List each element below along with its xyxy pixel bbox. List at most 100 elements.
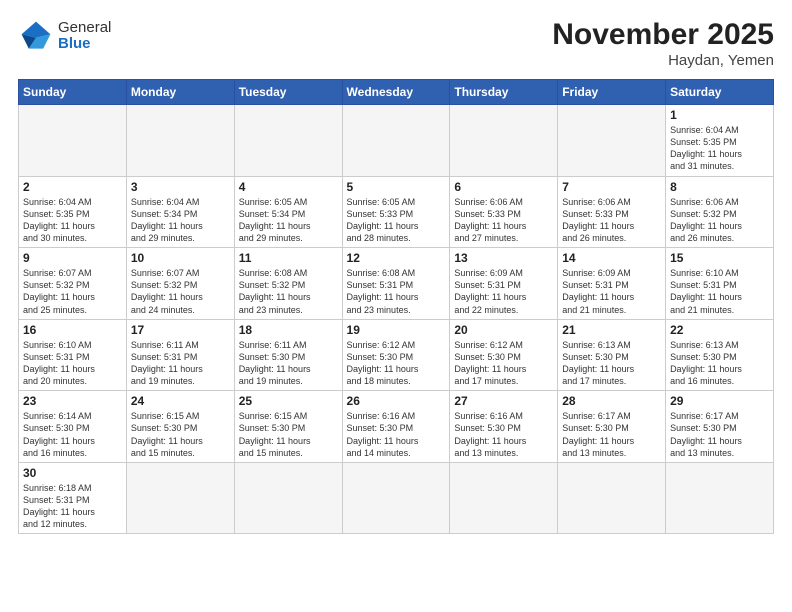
calendar-cell: 11 Sunrise: 6:08 AM Sunset: 5:32 PM Dayli… bbox=[234, 248, 342, 320]
calendar-cell bbox=[19, 105, 127, 177]
location-title: Haydan, Yemen bbox=[552, 52, 774, 69]
calendar-cell: 22 Sunrise: 6:13 AM Sunset: 5:30 PM Dayli… bbox=[666, 319, 774, 391]
day-number: 14 bbox=[562, 251, 661, 265]
calendar-cell: 18Sunrise: 6:11 AM Sunset: 5:30 PM Dayli… bbox=[234, 319, 342, 391]
calendar-cell bbox=[234, 105, 342, 177]
calendar-cell: 16 Sunrise: 6:10 AM Sunset: 5:31 PM Dayli… bbox=[19, 319, 127, 391]
calendar-cell: 28Sunrise: 6:17 AM Sunset: 5:30 PM Dayli… bbox=[558, 391, 666, 463]
calendar-cell: 1Sunrise: 6:04 AM Sunset: 5:35 PM Daylig… bbox=[666, 105, 774, 177]
day-info: Sunrise: 6:12 AM Sunset: 5:30 PM Dayligh… bbox=[454, 339, 553, 388]
calendar-cell: 4Sunrise: 6:05 AM Sunset: 5:34 PM Daylig… bbox=[234, 176, 342, 248]
day-number: 21 bbox=[562, 323, 661, 337]
calendar-cell: 5Sunrise: 6:05 AM Sunset: 5:33 PM Daylig… bbox=[342, 176, 450, 248]
header: General Blue November 2025 Haydan, Yemen bbox=[18, 18, 774, 69]
calendar-cell: 29 Sunrise: 6:17 AM Sunset: 5:30 PM Dayli… bbox=[666, 391, 774, 463]
calendar-cell: 12 Sunrise: 6:08 AM Sunset: 5:31 PM Dayli… bbox=[342, 248, 450, 320]
day-info: Sunrise: 6:07 AM Sunset: 5:32 PM Dayligh… bbox=[23, 267, 122, 316]
weekday-header-row: SundayMondayTuesdayWednesdayThursdayFrid… bbox=[19, 80, 774, 105]
day-info: Sunrise: 6:08 AM Sunset: 5:31 PM Dayligh… bbox=[347, 267, 446, 316]
calendar-cell: 27Sunrise: 6:16 AM Sunset: 5:30 PM Dayli… bbox=[450, 391, 558, 463]
day-number: 27 bbox=[454, 394, 553, 408]
day-info: Sunrise: 6:06 AM Sunset: 5:33 PM Dayligh… bbox=[562, 196, 661, 245]
day-number: 22 bbox=[670, 323, 769, 337]
day-info: Sunrise: 6:18 AM Sunset: 5:31 PM Dayligh… bbox=[23, 482, 122, 531]
calendar-cell: 2 Sunrise: 6:04 AM Sunset: 5:35 PM Daylig… bbox=[19, 176, 127, 248]
weekday-header-wednesday: Wednesday bbox=[342, 80, 450, 105]
weekday-header-thursday: Thursday bbox=[450, 80, 558, 105]
calendar-cell: 3Sunrise: 6:04 AM Sunset: 5:34 PM Daylig… bbox=[126, 176, 234, 248]
calendar-cell bbox=[342, 105, 450, 177]
day-info: Sunrise: 6:04 AM Sunset: 5:35 PM Dayligh… bbox=[670, 124, 769, 173]
day-info: Sunrise: 6:10 AM Sunset: 5:31 PM Dayligh… bbox=[23, 339, 122, 388]
week-row-3: 9 Sunrise: 6:07 AM Sunset: 5:32 PM Daylig… bbox=[19, 248, 774, 320]
day-info: Sunrise: 6:16 AM Sunset: 5:30 PM Dayligh… bbox=[347, 410, 446, 459]
calendar-cell: 15Sunrise: 6:10 AM Sunset: 5:31 PM Dayli… bbox=[666, 248, 774, 320]
day-info: Sunrise: 6:15 AM Sunset: 5:30 PM Dayligh… bbox=[239, 410, 338, 459]
calendar-cell bbox=[126, 462, 234, 534]
calendar-cell bbox=[666, 462, 774, 534]
day-number: 10 bbox=[131, 251, 230, 265]
day-number: 2 bbox=[23, 180, 122, 194]
logo-general: General bbox=[58, 20, 111, 37]
calendar-cell: 20 Sunrise: 6:12 AM Sunset: 5:30 PM Dayli… bbox=[450, 319, 558, 391]
day-number: 28 bbox=[562, 394, 661, 408]
weekday-header-friday: Friday bbox=[558, 80, 666, 105]
page: General Blue November 2025 Haydan, Yemen… bbox=[0, 0, 792, 612]
logo-blue: Blue bbox=[58, 36, 111, 53]
day-info: Sunrise: 6:05 AM Sunset: 5:33 PM Dayligh… bbox=[347, 196, 446, 245]
day-number: 16 bbox=[23, 323, 122, 337]
calendar-cell: 21 Sunrise: 6:13 AM Sunset: 5:30 PM Dayli… bbox=[558, 319, 666, 391]
weekday-header-monday: Monday bbox=[126, 80, 234, 105]
calendar-cell: 26Sunrise: 6:16 AM Sunset: 5:30 PM Dayli… bbox=[342, 391, 450, 463]
day-info: Sunrise: 6:08 AM Sunset: 5:32 PM Dayligh… bbox=[239, 267, 338, 316]
calendar-cell: 24 Sunrise: 6:15 AM Sunset: 5:30 PM Dayli… bbox=[126, 391, 234, 463]
day-info: Sunrise: 6:15 AM Sunset: 5:30 PM Dayligh… bbox=[131, 410, 230, 459]
day-info: Sunrise: 6:14 AM Sunset: 5:30 PM Dayligh… bbox=[23, 410, 122, 459]
calendar-cell: 9 Sunrise: 6:07 AM Sunset: 5:32 PM Daylig… bbox=[19, 248, 127, 320]
calendar-table: SundayMondayTuesdayWednesdayThursdayFrid… bbox=[18, 79, 774, 534]
day-info: Sunrise: 6:09 AM Sunset: 5:31 PM Dayligh… bbox=[562, 267, 661, 316]
week-row-1: 1Sunrise: 6:04 AM Sunset: 5:35 PM Daylig… bbox=[19, 105, 774, 177]
logo: General Blue bbox=[18, 18, 111, 54]
title-block: November 2025 Haydan, Yemen bbox=[552, 18, 774, 69]
calendar-cell: 23 Sunrise: 6:14 AM Sunset: 5:30 PM Dayli… bbox=[19, 391, 127, 463]
day-number: 20 bbox=[454, 323, 553, 337]
day-number: 11 bbox=[239, 251, 338, 265]
day-number: 8 bbox=[670, 180, 769, 194]
day-number: 7 bbox=[562, 180, 661, 194]
day-number: 17 bbox=[131, 323, 230, 337]
week-row-5: 23 Sunrise: 6:14 AM Sunset: 5:30 PM Dayli… bbox=[19, 391, 774, 463]
calendar-cell bbox=[342, 462, 450, 534]
day-info: Sunrise: 6:07 AM Sunset: 5:32 PM Dayligh… bbox=[131, 267, 230, 316]
day-info: Sunrise: 6:06 AM Sunset: 5:32 PM Dayligh… bbox=[670, 196, 769, 245]
calendar-cell: 14 Sunrise: 6:09 AM Sunset: 5:31 PM Dayli… bbox=[558, 248, 666, 320]
calendar-cell bbox=[558, 462, 666, 534]
day-info: Sunrise: 6:12 AM Sunset: 5:30 PM Dayligh… bbox=[347, 339, 446, 388]
week-row-4: 16 Sunrise: 6:10 AM Sunset: 5:31 PM Dayli… bbox=[19, 319, 774, 391]
calendar-cell: 30 Sunrise: 6:18 AM Sunset: 5:31 PM Dayli… bbox=[19, 462, 127, 534]
day-number: 12 bbox=[347, 251, 446, 265]
calendar-cell bbox=[450, 462, 558, 534]
week-row-6: 30 Sunrise: 6:18 AM Sunset: 5:31 PM Dayli… bbox=[19, 462, 774, 534]
day-number: 24 bbox=[131, 394, 230, 408]
day-info: Sunrise: 6:09 AM Sunset: 5:31 PM Dayligh… bbox=[454, 267, 553, 316]
day-number: 30 bbox=[23, 466, 122, 480]
day-number: 9 bbox=[23, 251, 122, 265]
logo-text: General Blue bbox=[58, 20, 111, 53]
day-info: Sunrise: 6:04 AM Sunset: 5:35 PM Dayligh… bbox=[23, 196, 122, 245]
day-info: Sunrise: 6:17 AM Sunset: 5:30 PM Dayligh… bbox=[670, 410, 769, 459]
weekday-header-saturday: Saturday bbox=[666, 80, 774, 105]
day-number: 29 bbox=[670, 394, 769, 408]
day-info: Sunrise: 6:13 AM Sunset: 5:30 PM Dayligh… bbox=[562, 339, 661, 388]
calendar-body: 1Sunrise: 6:04 AM Sunset: 5:35 PM Daylig… bbox=[19, 105, 774, 534]
day-number: 23 bbox=[23, 394, 122, 408]
week-row-2: 2 Sunrise: 6:04 AM Sunset: 5:35 PM Daylig… bbox=[19, 176, 774, 248]
month-title: November 2025 bbox=[552, 18, 774, 52]
day-info: Sunrise: 6:11 AM Sunset: 5:31 PM Dayligh… bbox=[131, 339, 230, 388]
day-number: 25 bbox=[239, 394, 338, 408]
day-info: Sunrise: 6:13 AM Sunset: 5:30 PM Dayligh… bbox=[670, 339, 769, 388]
day-info: Sunrise: 6:05 AM Sunset: 5:34 PM Dayligh… bbox=[239, 196, 338, 245]
calendar-cell: 17 Sunrise: 6:11 AM Sunset: 5:31 PM Dayli… bbox=[126, 319, 234, 391]
day-info: Sunrise: 6:04 AM Sunset: 5:34 PM Dayligh… bbox=[131, 196, 230, 245]
day-info: Sunrise: 6:10 AM Sunset: 5:31 PM Dayligh… bbox=[670, 267, 769, 316]
